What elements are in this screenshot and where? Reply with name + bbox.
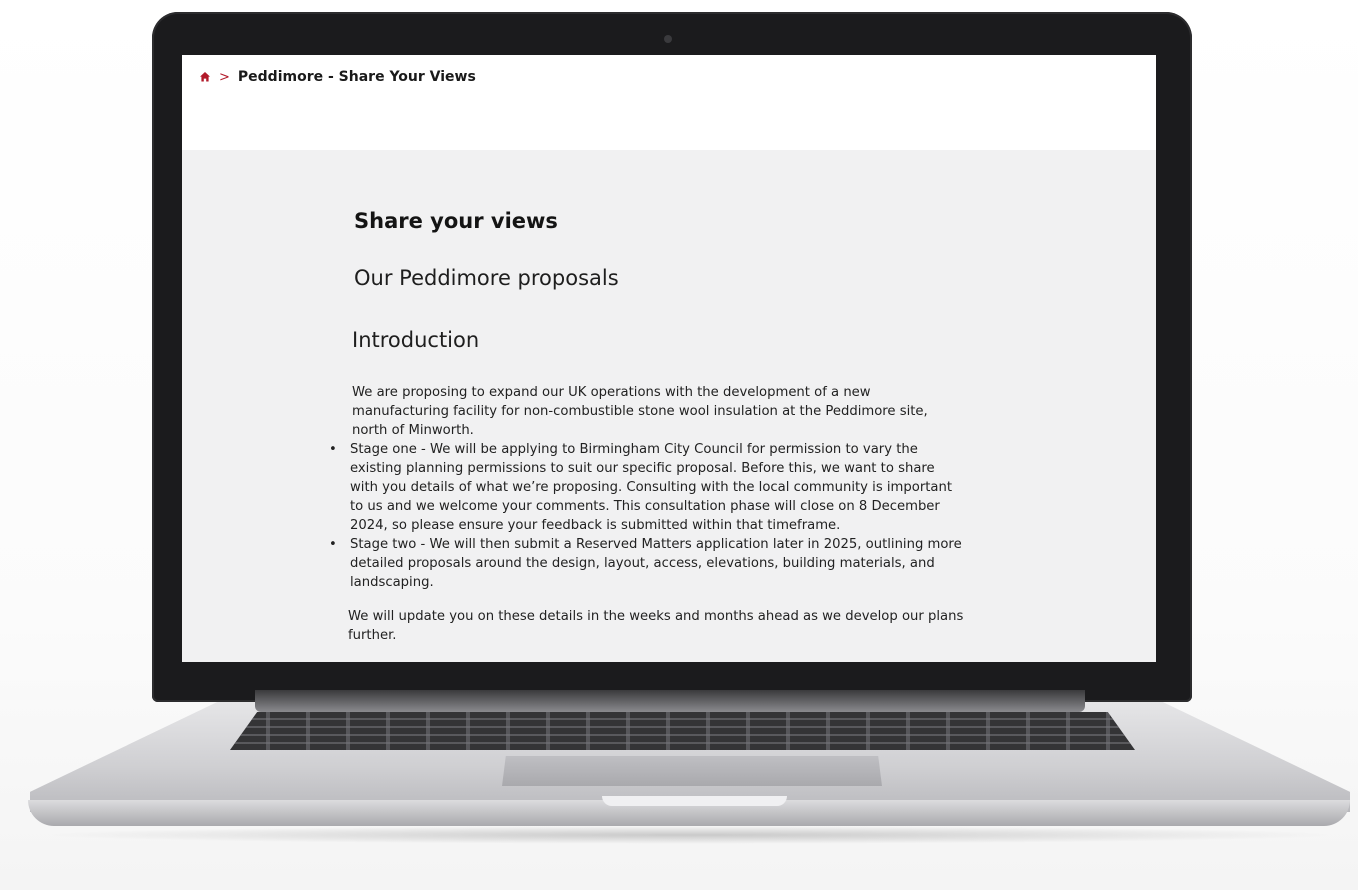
intro-paragraph: We are proposing to expand our UK operat… [352, 385, 928, 438]
site-header: > Peddimore - Share Your Views [182, 55, 1156, 150]
home-icon[interactable] [199, 71, 211, 83]
closing-paragraph: We will update you on these details in t… [348, 609, 964, 643]
page-title: Share your views [354, 209, 558, 233]
laptop-trackpad [502, 756, 882, 786]
stages-list: Stage one - We will be applying to Birmi… [329, 440, 965, 592]
browser-viewport[interactable]: > Peddimore - Share Your Views Share you… [182, 55, 1156, 662]
breadcrumb-current-page: Peddimore - Share Your Views [237, 69, 476, 85]
laptop-shadow [40, 826, 1340, 844]
breadcrumb: > Peddimore - Share Your Views [199, 69, 476, 85]
laptop-scene: > Peddimore - Share Your Views Share you… [0, 0, 1358, 890]
list-item-stage-two: Stage two - We will then submit a Reserv… [329, 535, 965, 592]
laptop-notch [602, 796, 787, 806]
laptop-hinge [255, 690, 1085, 712]
breadcrumb-separator: > [219, 69, 230, 85]
section-heading-introduction: Introduction [352, 328, 480, 352]
webcam [664, 35, 672, 43]
list-item-stage-one: Stage one - We will be applying to Birmi… [329, 440, 965, 535]
laptop-keyboard-rows [230, 712, 1135, 750]
section-heading-proposals: Our Peddimore proposals [354, 266, 619, 290]
